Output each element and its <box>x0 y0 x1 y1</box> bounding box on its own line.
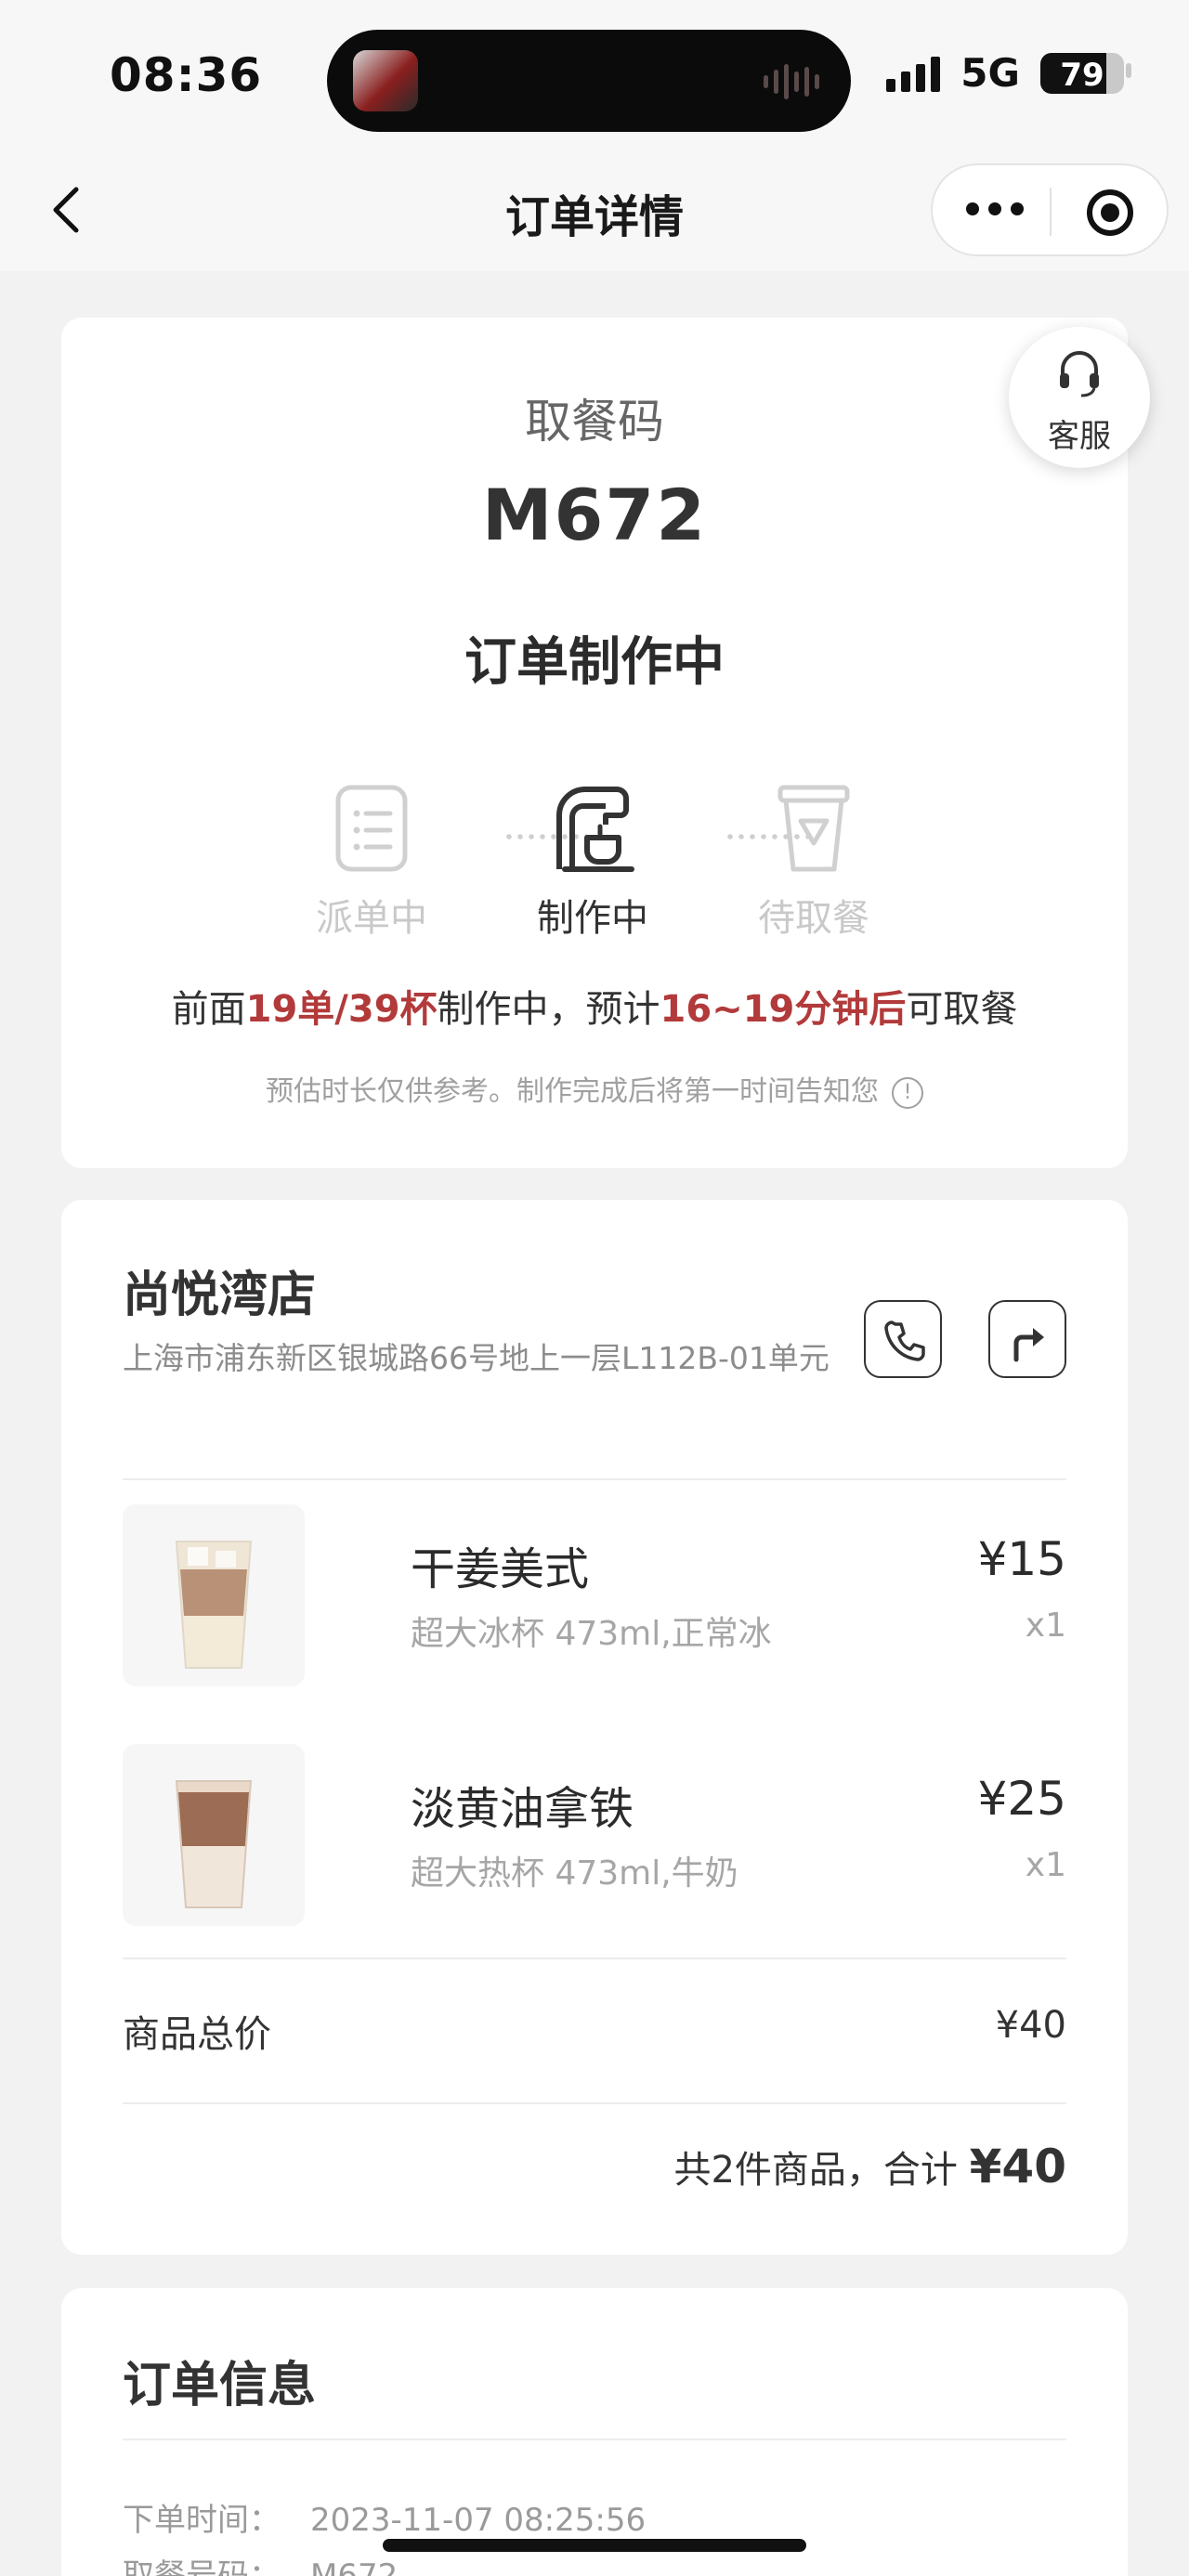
target-close-icon[interactable] <box>1087 189 1133 236</box>
eta-time: 16~19分钟后 <box>660 988 907 1031</box>
customer-service-label: 客服 <box>1048 418 1111 455</box>
item-options: 超大热杯 473ml,牛奶 <box>411 1854 738 1893</box>
info-label: 取餐号码： <box>123 2557 281 2576</box>
step-making: 制作中 <box>500 782 686 942</box>
order-info-card: 订单信息 下单时间： 2023-11-07 08:25:56 取餐号码： M672 <box>61 2288 1128 2576</box>
iced-coffee-cup-icon <box>123 1504 305 1686</box>
step-ready: 待取餐 <box>721 782 907 942</box>
info-icon[interactable]: ! <box>892 1076 923 1109</box>
pickup-code-label: 取餐码 <box>525 395 664 449</box>
item-price: ¥25 <box>977 1772 1066 1826</box>
step-label: 派单中 <box>316 897 427 940</box>
mini-program-capsule <box>931 163 1169 256</box>
step-label: 待取餐 <box>758 897 869 940</box>
subtotal-label: 商品总价 <box>123 2013 271 2056</box>
battery-cap <box>1126 63 1131 78</box>
signal-icon <box>886 55 941 92</box>
item-name: 淡黄油拿铁 <box>411 1783 634 1835</box>
progress-steps: 派单中 制作中 待取餐 <box>61 782 1128 949</box>
divider <box>123 1958 1066 1959</box>
capsule-divider <box>1050 188 1052 236</box>
order-items-card: 尚悦湾店 上海市浦东新区银城路66号地上一层L112B-01单元 干姜美式 超大… <box>61 1200 1128 2255</box>
headset-icon <box>1060 351 1099 397</box>
customer-service-button[interactable]: 客服 <box>1009 327 1150 468</box>
list-item[interactable]: 淡黄油拿铁 超大热杯 473ml,牛奶 ¥25 x1 <box>123 1744 1066 1930</box>
total-prefix: 共2件商品，合计 <box>673 2149 958 2192</box>
battery-level: 79 <box>1060 56 1104 94</box>
eta-note: 预估时长仅供参考。制作完成后将第一时间告知您! <box>61 1068 1128 1109</box>
divider <box>123 2439 1066 2440</box>
total-amount: ¥40 <box>969 2140 1066 2193</box>
pickup-card: 取餐码 M672 订单制作中 派单中 制作中 待取餐 前面19单/39杯制作中，… <box>61 318 1128 1168</box>
item-options: 超大冰杯 473ml,正常冰 <box>411 1615 772 1653</box>
item-quantity: x1 <box>1025 1607 1066 1645</box>
navigate-button[interactable] <box>988 1300 1066 1378</box>
pickup-cup-icon <box>777 785 850 872</box>
store-address: 上海市浦东新区银城路66号地上一层L112B-01单元 <box>123 1340 830 1376</box>
latte-cup-icon <box>123 1744 305 1926</box>
battery-icon: 79 <box>1040 52 1124 94</box>
more-dots-icon[interactable] <box>966 202 1024 215</box>
order-total: 共2件商品，合计 ¥40 <box>673 2140 1066 2193</box>
coffee-machine-icon <box>556 787 634 872</box>
status-bar: 08:36 5G 79 <box>0 0 1189 158</box>
info-value: 2023-11-07 08:25:56 <box>310 2502 647 2539</box>
eta-note-text: 预估时长仅供参考。制作完成后将第一时间告知您 <box>266 1075 879 1108</box>
eta-suffix: 可取餐 <box>906 988 1018 1031</box>
subtotal-value: ¥40 <box>995 2004 1066 2047</box>
divider <box>123 2102 1066 2104</box>
item-price: ¥15 <box>977 1532 1066 1586</box>
divider <box>123 1478 1066 1480</box>
order-list-icon <box>335 785 408 872</box>
store-name: 尚悦湾店 <box>123 1268 317 1323</box>
now-playing-thumbnail <box>353 50 418 111</box>
audio-wave-icon <box>764 63 819 100</box>
eta-middle: 制作中，预计 <box>437 988 660 1031</box>
item-name: 干姜美式 <box>411 1543 590 1595</box>
info-row: 下单时间： 2023-11-07 08:25:56 <box>123 2494 646 2540</box>
order-info-title: 订单信息 <box>123 2358 317 2413</box>
info-row: 取餐号码： M672 <box>123 2550 398 2576</box>
phone-icon <box>884 1321 925 1361</box>
dynamic-island[interactable] <box>327 30 851 132</box>
step-dispatching: 派单中 <box>279 782 464 942</box>
eta-text: 前面19单/39杯制作中，预计16~19分钟后可取餐 <box>61 979 1128 1033</box>
directions-icon <box>1013 1328 1044 1362</box>
item-quantity: x1 <box>1025 1846 1066 1884</box>
status-time: 08:36 <box>110 48 263 102</box>
info-label: 下单时间： <box>123 2502 281 2539</box>
order-status: 订单制作中 <box>464 632 725 693</box>
nav-bar: 订单详情 <box>0 158 1189 271</box>
pickup-code: M672 <box>481 474 708 556</box>
list-item[interactable]: 干姜美式 超大冰杯 473ml,正常冰 ¥15 x1 <box>123 1504 1066 1690</box>
call-store-button[interactable] <box>864 1300 942 1378</box>
home-indicator[interactable] <box>383 2539 806 2552</box>
eta-queue: 19单/39杯 <box>245 988 438 1031</box>
info-value: M672 <box>310 2557 399 2576</box>
step-label: 制作中 <box>537 897 648 940</box>
network-type: 5G <box>960 50 1020 96</box>
eta-prefix: 前面 <box>171 988 246 1031</box>
